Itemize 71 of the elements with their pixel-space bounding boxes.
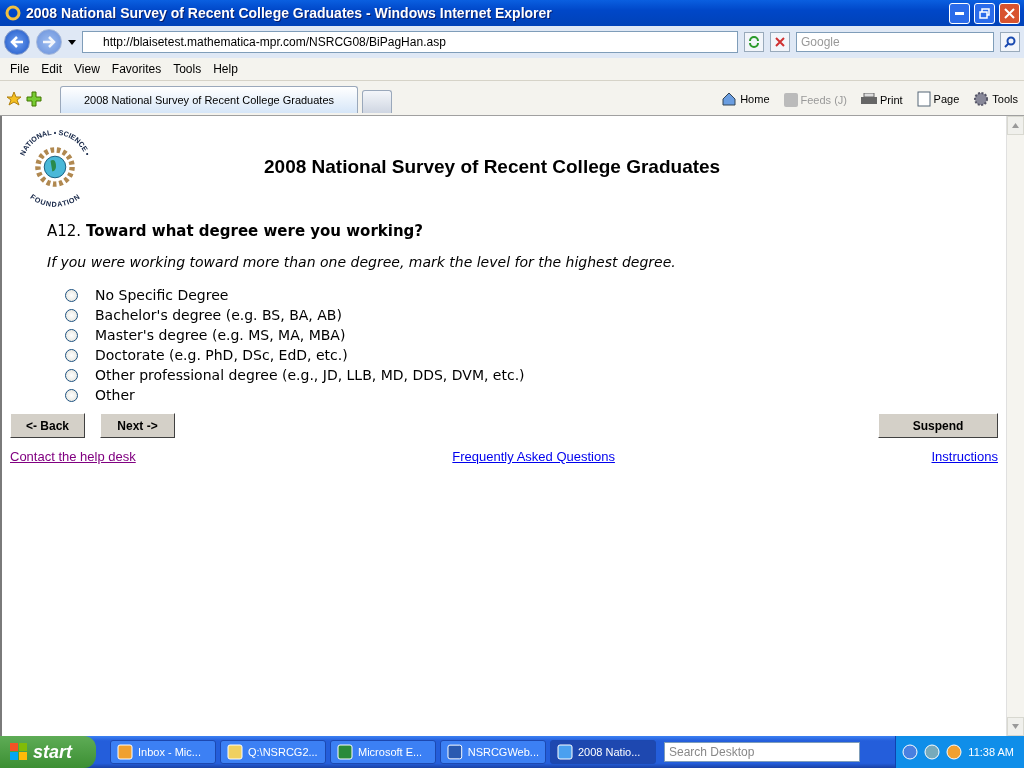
page-icon bbox=[916, 91, 931, 107]
menu-item[interactable]: File bbox=[4, 62, 36, 76]
star-icon[interactable] bbox=[6, 91, 22, 107]
instruction-text: If you were working toward more than one degree, mark the level for the highest degree. bbox=[47, 254, 677, 270]
taskbar-item[interactable]: 2008 Natio... bbox=[550, 740, 656, 764]
search-icon bbox=[1004, 36, 1016, 48]
menu-item[interactable]: Edit bbox=[35, 62, 69, 76]
menu-item[interactable]: Tools bbox=[167, 62, 208, 76]
back-nav-button[interactable]: <- Back bbox=[10, 413, 85, 438]
radio-button[interactable] bbox=[65, 328, 78, 342]
search-button[interactable] bbox=[1000, 32, 1020, 52]
address-field[interactable]: http://blaisetest.mathematica-mpr.com/NSRCG08/BiPagHan.asp bbox=[82, 31, 738, 53]
back-button[interactable] bbox=[4, 29, 30, 55]
page-title: 2008 National Survey of Recent College Graduates bbox=[264, 156, 721, 178]
taskbar-item[interactable]: Inbox - Mic... bbox=[110, 740, 216, 764]
menu-item[interactable]: Favorites bbox=[105, 62, 168, 76]
next-button[interactable]: Next -> bbox=[100, 413, 175, 438]
suspend-button[interactable]: Suspend bbox=[878, 413, 998, 438]
clock: 11:38 AM bbox=[968, 746, 1014, 758]
radio-button[interactable] bbox=[65, 368, 78, 382]
scroll-up-button[interactable] bbox=[1007, 116, 1024, 135]
degree-option[interactable]: Doctorate (e.g. PhD, DSc, EdD, etc.) bbox=[65, 345, 998, 365]
scroll-down-button[interactable] bbox=[1007, 717, 1024, 736]
down-arrow-icon bbox=[1012, 724, 1019, 729]
browser-logo-icon bbox=[4, 4, 22, 22]
degree-option[interactable]: No Specific Degree bbox=[65, 285, 998, 305]
minimize-icon bbox=[955, 11, 964, 15]
stop-button[interactable] bbox=[770, 32, 790, 52]
restore-button[interactable] bbox=[974, 2, 995, 24]
gear-icon bbox=[973, 91, 990, 107]
help-link[interactable]: Contact the help desk bbox=[10, 449, 136, 464]
minimize-button[interactable] bbox=[949, 2, 970, 24]
dropdown-caret-icon[interactable] bbox=[68, 39, 76, 45]
toolbar-button[interactable]: Tools bbox=[973, 91, 1018, 107]
radio-button[interactable] bbox=[65, 288, 78, 302]
refresh-button[interactable] bbox=[744, 32, 764, 52]
help-link[interactable]: Instructions bbox=[931, 449, 998, 464]
stop-icon bbox=[775, 37, 785, 47]
plus-star-icon[interactable] bbox=[26, 91, 42, 107]
toolbar-button[interactable]: Home bbox=[721, 91, 770, 107]
close-icon bbox=[1004, 7, 1015, 19]
browser-tab[interactable]: 2008 National Survey of Recent College Graduates bbox=[60, 86, 358, 113]
toolbar-button[interactable]: Page bbox=[916, 91, 960, 107]
degree-option[interactable]: Master's degree (e.g. MS, MA, MBA) bbox=[65, 325, 998, 345]
close-button[interactable] bbox=[999, 2, 1020, 24]
menu-item[interactable]: View bbox=[68, 62, 106, 76]
printer-icon bbox=[861, 93, 877, 107]
arrow-left-icon bbox=[10, 36, 24, 48]
arrow-right-icon bbox=[42, 36, 56, 48]
help-link[interactable]: Frequently Asked Questions bbox=[452, 449, 615, 464]
search-field[interactable]: Google bbox=[796, 32, 994, 52]
radio-button[interactable] bbox=[65, 348, 78, 362]
degree-option[interactable]: Other bbox=[65, 385, 998, 405]
up-arrow-icon bbox=[1012, 123, 1019, 128]
restore-icon bbox=[979, 7, 990, 19]
taskbar-item[interactable]: Q:\NSRCG2... bbox=[220, 740, 326, 764]
degree-option[interactable]: Other professional degree (e.g., JD, LLB, MD, DDS, DVM, etc.) bbox=[65, 365, 998, 385]
windows-logo-icon bbox=[10, 743, 28, 761]
window-title: 2008 National Survey of Recent College Graduates - Windows Internet Explorer bbox=[26, 5, 553, 21]
menu-item[interactable]: Help bbox=[207, 62, 244, 76]
radio-button[interactable] bbox=[65, 308, 78, 322]
degree-option[interactable]: Bachelor's degree (e.g. BS, BA, AB) bbox=[65, 305, 998, 325]
taskbar-item[interactable]: NSRCGWeb... bbox=[440, 740, 546, 764]
refresh-icon bbox=[748, 36, 760, 48]
house-icon bbox=[721, 91, 738, 107]
taskbar-item[interactable]: Microsoft E... bbox=[330, 740, 436, 764]
desktop-search-field[interactable]: Search Desktop bbox=[664, 742, 860, 762]
radio-button[interactable] bbox=[65, 388, 78, 402]
forward-button[interactable] bbox=[36, 29, 62, 55]
toolbar-button[interactable]: Print bbox=[861, 93, 903, 107]
question-text: A12. Toward what degree were you working? bbox=[47, 222, 425, 240]
